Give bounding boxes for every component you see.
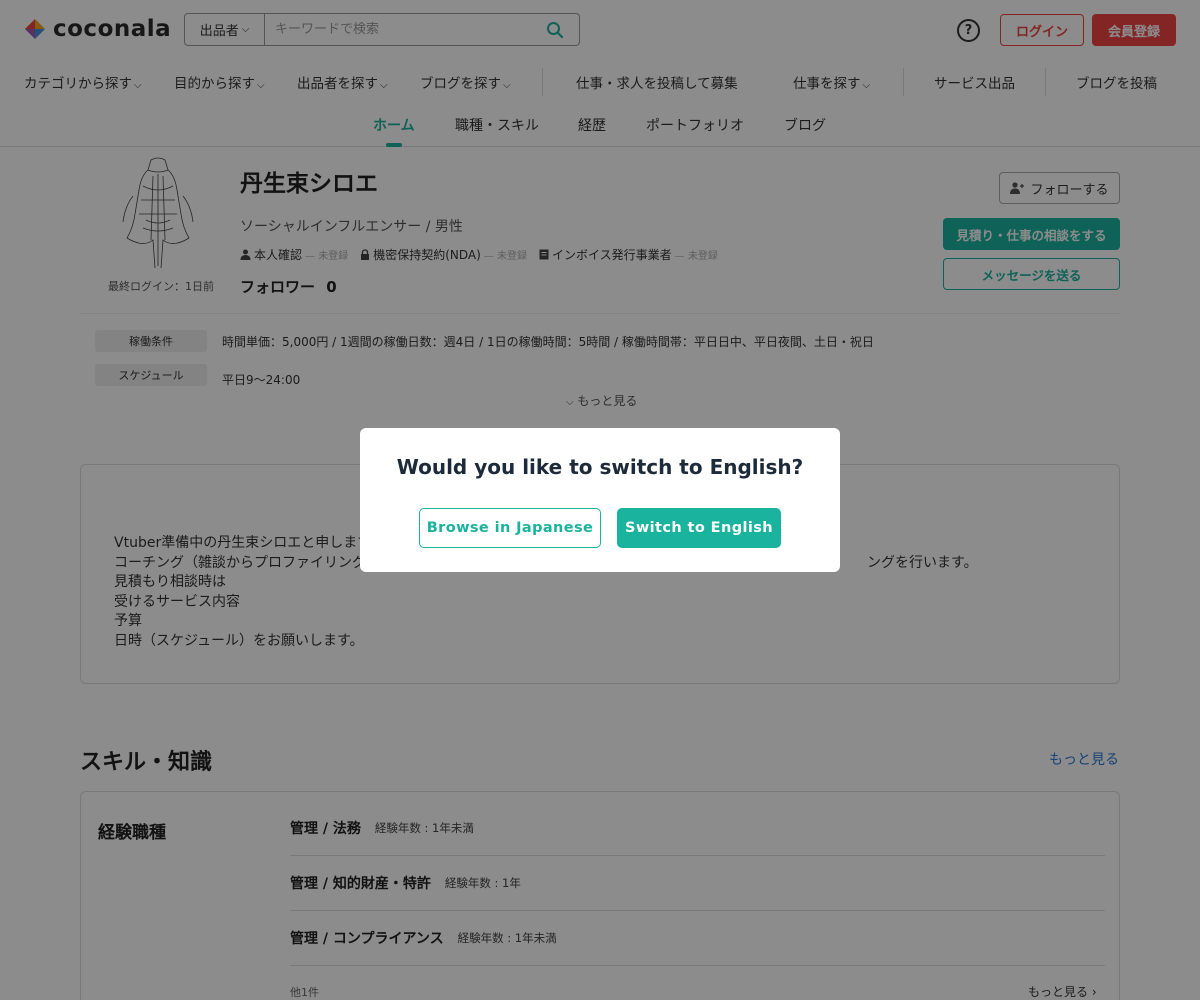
language-switch-modal: Would you like to switch to English? Bro… xyxy=(360,428,840,572)
switch-to-english-button[interactable]: Switch to English xyxy=(617,508,781,548)
browse-in-japanese-button[interactable]: Browse in Japanese xyxy=(419,508,601,548)
modal-title: Would you like to switch to English? xyxy=(396,455,804,479)
